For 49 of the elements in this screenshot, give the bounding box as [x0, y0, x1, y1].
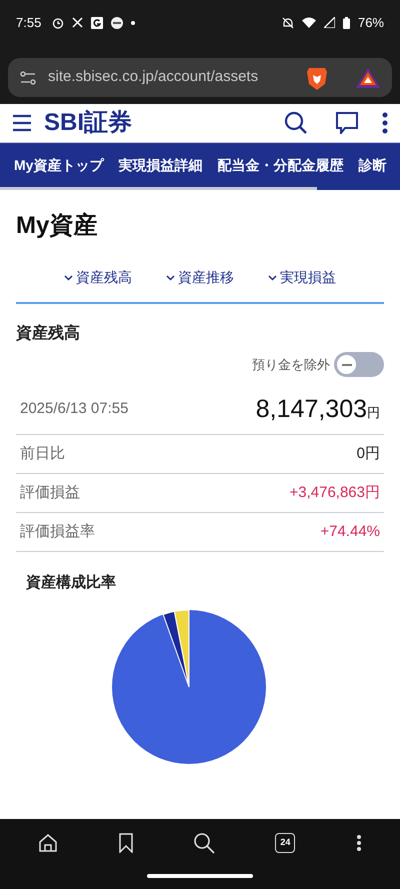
section-link[interactable]: 資産推移	[166, 267, 234, 288]
mute-icon	[282, 16, 294, 28]
dot-icon	[131, 20, 135, 24]
nav-tab[interactable]: 配当金・分配金履歴	[217, 154, 344, 176]
toggle-label: 預り金を除外	[252, 356, 330, 374]
search-icon[interactable]	[284, 111, 308, 135]
section-link[interactable]: 資産残高	[64, 267, 132, 288]
more-icon[interactable]	[356, 834, 362, 852]
signal-icon	[324, 17, 335, 28]
url-text: site.sbisec.co.jp/account/assets	[48, 67, 260, 88]
battery-icon	[342, 16, 350, 28]
row-value: +3,476,863円	[290, 482, 380, 503]
triangle-icon[interactable]	[356, 68, 380, 88]
row-label: 評価損益率	[20, 522, 95, 542]
round-app-icon	[111, 16, 123, 28]
row-value: 0円	[356, 444, 380, 464]
chevron-down-icon	[268, 274, 277, 280]
bookmark-icon[interactable]	[118, 833, 133, 853]
row-value: +74.44%	[320, 522, 380, 542]
section-title: 資産残高	[16, 323, 81, 344]
battery-level: 76%	[358, 14, 384, 32]
chat-icon[interactable]	[336, 112, 358, 134]
wifi-icon	[302, 17, 316, 28]
site-settings-icon[interactable]	[20, 70, 36, 84]
x-icon	[72, 17, 83, 28]
composition-title: 資産構成比率	[26, 573, 117, 593]
nav-tab[interactable]: My資産トップ	[14, 154, 104, 176]
row-label: 評価損益	[20, 482, 80, 503]
timestamp: 2025/6/13 07:55	[20, 399, 128, 420]
address-bar[interactable]: site.sbisec.co.jp/account/assets	[8, 58, 392, 97]
section-link[interactable]: 実現損益	[268, 267, 336, 288]
more-icon[interactable]	[382, 112, 388, 134]
home-icon[interactable]	[38, 833, 58, 853]
clock-time: 7:55	[16, 14, 42, 32]
page-title: My資産	[16, 211, 98, 241]
chevron-down-icon	[166, 274, 175, 280]
row-label: 前日比	[20, 444, 65, 464]
lion-shield-icon[interactable]	[306, 66, 328, 90]
app-icon	[91, 16, 103, 28]
tab-count-button[interactable]: 24	[275, 833, 296, 853]
menu-icon[interactable]	[12, 114, 32, 132]
chevron-down-icon	[64, 274, 73, 280]
logo[interactable]: SBI証券	[44, 111, 272, 135]
toggle-switch[interactable]	[334, 352, 384, 377]
total-amount: 8,147,303円	[256, 394, 380, 425]
nav-tab[interactable]: 診断	[358, 154, 386, 176]
alarm-icon	[52, 16, 64, 28]
search-icon[interactable]	[192, 832, 215, 854]
nav-tab[interactable]: 実現損益詳細	[118, 154, 202, 176]
